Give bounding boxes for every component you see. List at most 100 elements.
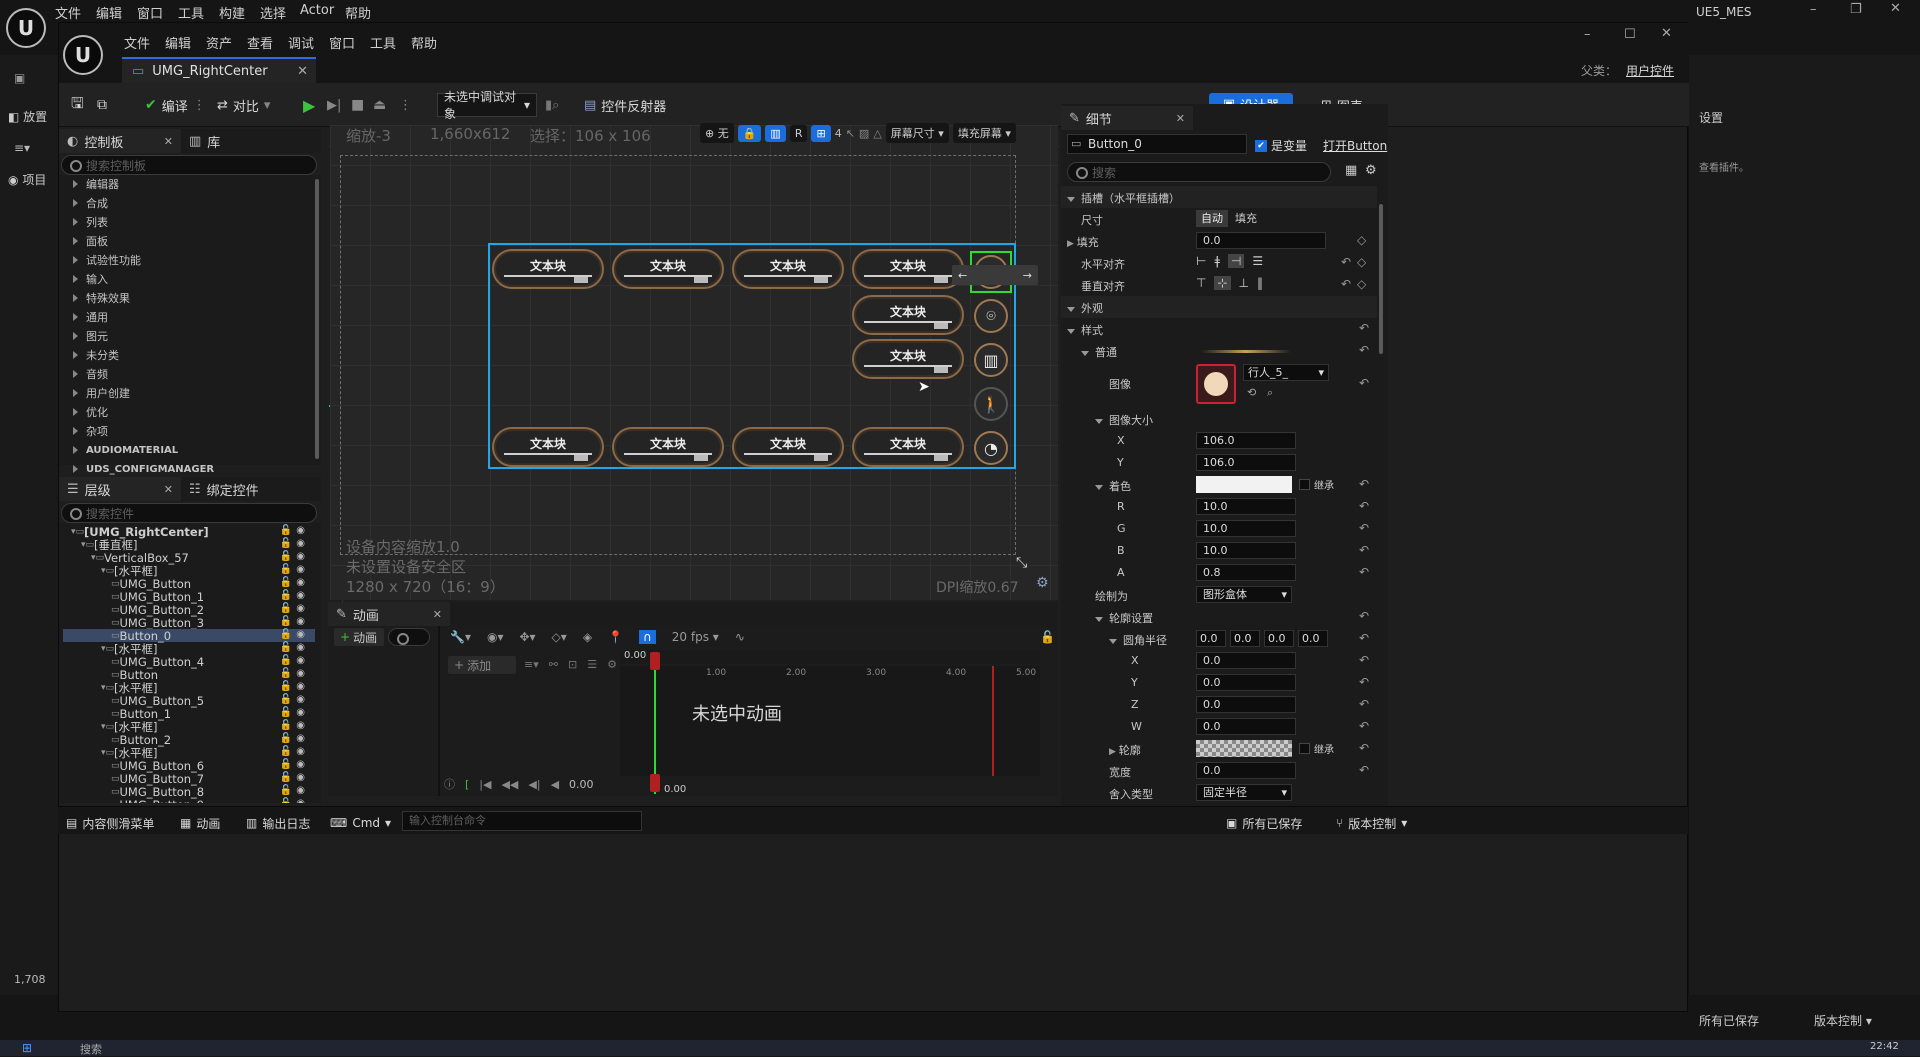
keyframe-diamond-icon[interactable]: ◇ [1357, 233, 1366, 247]
outline-settings-row[interactable]: 轮廓设置 ↶ [1061, 606, 1377, 628]
unreal-logo-icon[interactable]: U [6, 8, 46, 48]
tint-inherit-checkbox[interactable]: 继承 [1299, 477, 1334, 492]
outer-menu-help[interactable]: 帮助 [345, 3, 371, 22]
reset-icon[interactable]: ↶ [1359, 719, 1369, 733]
visibility-lock-icon[interactable]: 🔓◉ [280, 564, 309, 575]
palette-category[interactable]: 未分类 [73, 346, 119, 364]
draw-as-select[interactable]: 图形盒体 ▾ [1196, 586, 1292, 603]
settings-gear-icon[interactable]: ⚙ [1365, 163, 1377, 178]
transform-icon[interactable]: ✥▾ [519, 630, 535, 644]
reset-icon[interactable]: ↶ [1341, 255, 1351, 269]
step-icon[interactable]: ▶| [327, 93, 341, 117]
outline-inherit-checkbox[interactable]: 继承 [1299, 741, 1334, 756]
triangle-icon[interactable]: △ [873, 127, 881, 140]
visibility-lock-icon[interactable]: 🔓◉ [280, 642, 309, 653]
image-size-y-input[interactable]: 106.0 [1196, 454, 1296, 471]
resize-handle-icon[interactable]: ⤡ [1016, 555, 1027, 571]
size-fill-button[interactable]: 填充 [1230, 210, 1262, 227]
eject-icon[interactable]: ⏏ [373, 93, 386, 117]
width-input[interactable]: 0.0 [1196, 762, 1296, 779]
align-center-icon[interactable]: ǂ [1214, 254, 1220, 268]
document-tab[interactable]: ▭ UMG_RightCenter ✕ [122, 57, 316, 83]
details-tab[interactable]: ✎ 细节 ✕ [1061, 106, 1193, 130]
visibility-lock-icon[interactable]: 🔓◉ [280, 759, 309, 770]
restore-icon[interactable]: ☐ [1624, 27, 1636, 42]
umg-button-7[interactable]: 文本块 [612, 427, 724, 467]
widget-reflector-button[interactable]: ▤ 控件反射器 [584, 93, 666, 117]
normal-row[interactable]: 普通 ↶ [1061, 340, 1377, 362]
reset-icon[interactable]: ↶ [1359, 653, 1369, 667]
hierarchy-row[interactable]: ▭ Button_2 🔓◉ [63, 733, 315, 747]
hierarchy-row[interactable]: ▭ UMG_Button_1 🔓◉ [63, 590, 315, 604]
browse-asset-icon[interactable]: ⌕ [1267, 386, 1273, 400]
animation-tab[interactable]: ✎ 动画 ✕ [328, 602, 450, 626]
pointer-icon[interactable]: ↖ [846, 127, 855, 140]
palette-category[interactable]: 试验性功能 [73, 251, 141, 269]
umg-button-5[interactable]: 文本块 [852, 339, 964, 379]
hierarchy-row[interactable]: ▾▭ VerticalBox_57 🔓◉ [63, 551, 315, 565]
hierarchy-tab[interactable]: ☰ 层级 ✕ [59, 477, 181, 501]
visibility-lock-icon[interactable]: 🔓◉ [280, 603, 309, 614]
umg-button-3[interactable]: 文本块 [852, 249, 964, 289]
stop-icon[interactable]: ■ [351, 93, 364, 117]
close-icon[interactable]: ✕ [1661, 26, 1672, 41]
browse-button[interactable]: ⧉ [97, 93, 107, 117]
building-icon[interactable]: ▥ [974, 343, 1008, 377]
visibility-lock-icon[interactable]: 🔓◉ [280, 616, 309, 627]
corner-radius-y[interactable]: 0.0 [1230, 630, 1260, 647]
visibility-lock-icon[interactable]: 🔓◉ [280, 629, 309, 640]
reset-icon[interactable]: ↶ [1359, 521, 1369, 535]
palette-tab[interactable]: ◐ 控制板 ✕ [59, 129, 181, 153]
palette-category[interactable]: 面板 [73, 232, 108, 250]
minimize-icon[interactable]: – [1584, 27, 1591, 42]
keyframe-icon[interactable]: ◇▾ [552, 630, 567, 644]
palette-category[interactable]: 用户创建 [73, 384, 130, 402]
umg-button-2[interactable]: 文本块 [732, 249, 844, 289]
eye-icon[interactable]: ◉▾ [487, 630, 504, 644]
parent-class-link[interactable]: 用户控件 [1626, 62, 1674, 79]
close-tab-icon[interactable]: ✕ [297, 64, 308, 79]
screen-size-select[interactable]: 屏幕尺寸 ▾ [885, 123, 949, 143]
umg-button-8[interactable]: 文本块 [732, 427, 844, 467]
corner-w-input[interactable]: 0.0 [1196, 718, 1296, 735]
widget-name-input[interactable]: Button_0 [1067, 134, 1247, 154]
hierarchy-row[interactable]: ▭ UMG_Button_4 🔓◉ [63, 655, 315, 669]
outline-color-swatch[interactable] [1196, 740, 1292, 757]
add-track-button[interactable]: + 添加 [448, 656, 516, 674]
tint-r-input[interactable]: 10.0 [1196, 498, 1296, 515]
respect-locks-toggle[interactable]: ▥ [765, 124, 786, 142]
windows-start-icon[interactable]: ⊞ [22, 1041, 32, 1055]
reset-icon[interactable]: ↶ [1359, 675, 1369, 689]
fill-screen-select[interactable]: 填充屏幕 ▾ [952, 123, 1016, 143]
tint-g-input[interactable]: 10.0 [1196, 520, 1296, 537]
umg-button-6[interactable]: 文本块 [492, 427, 604, 467]
keyframe-diamond-icon[interactable]: ◇ [1357, 277, 1366, 291]
debug-target-select[interactable]: 未选中调试对象 ▾ [437, 90, 537, 121]
filter-icon[interactable]: ≡▾ [14, 141, 30, 155]
camera-icon[interactable]: ⊡ [568, 658, 577, 671]
align-left-icon[interactable]: ⊢ [1196, 254, 1206, 268]
snap-icon[interactable]: ∩ [639, 630, 656, 644]
outer-version-control[interactable]: 版本控制 ▾ [1814, 1012, 1872, 1029]
palette-category[interactable]: 杂项 [73, 422, 108, 440]
close-animation-icon[interactable]: ✕ [433, 608, 442, 621]
settings-icon[interactable]: ⚙ [607, 658, 617, 671]
save-button[interactable]: 🖫 [71, 93, 84, 117]
image-icon[interactable]: ▨ [859, 127, 869, 140]
outer-menu-tools[interactable]: 工具 [178, 3, 204, 22]
align-fill-icon[interactable]: ☰ [1252, 254, 1263, 268]
play-icon[interactable]: ▶ [303, 93, 315, 117]
animation-search-input[interactable] [388, 628, 430, 646]
outer-menu-build[interactable]: 构建 [219, 3, 245, 22]
menu-file[interactable]: 文件 [124, 33, 150, 52]
palette-scrollbar[interactable] [315, 179, 319, 459]
info-icon[interactable]: ⓘ [444, 776, 455, 792]
play-reverse-icon[interactable]: ◀ [551, 778, 559, 791]
visibility-lock-icon[interactable]: 🔓◉ [280, 694, 309, 705]
visibility-lock-icon[interactable]: 🔓◉ [280, 590, 309, 601]
table-view-icon[interactable]: ▦ [1345, 163, 1357, 178]
slot-category[interactable]: 插槽（水平框插槽） [1061, 186, 1377, 208]
hierarchy-row[interactable]: ▾▭ [垂直框] 🔓◉ [63, 538, 315, 552]
arrow-left-icon[interactable]: ← [958, 269, 967, 282]
menu-view[interactable]: 查看 [247, 33, 273, 52]
